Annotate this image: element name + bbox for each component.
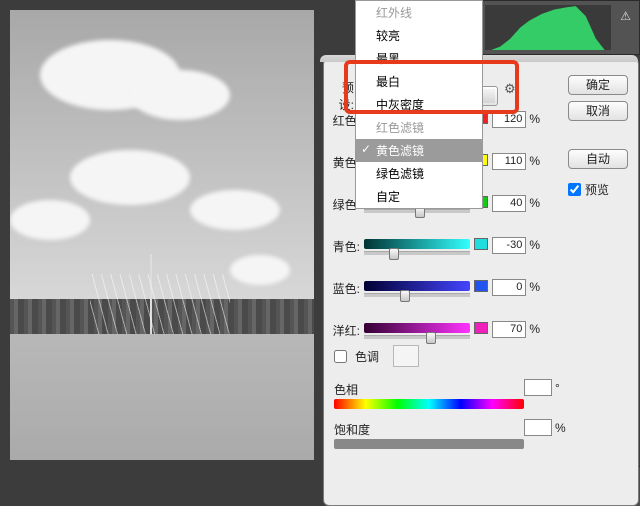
slider-groove[interactable] bbox=[364, 209, 470, 213]
hue-label: 色相 bbox=[334, 381, 358, 398]
menu-item[interactable]: 红外线 bbox=[356, 1, 482, 24]
percent-label: % bbox=[529, 195, 540, 210]
tint-label: 色调 bbox=[355, 348, 379, 365]
slider-knob[interactable] bbox=[426, 332, 436, 344]
percent-label: % bbox=[529, 321, 540, 336]
slider-groove[interactable] bbox=[364, 335, 470, 339]
hue-value[interactable] bbox=[524, 379, 552, 396]
saturation-label: 饱和度 bbox=[334, 421, 370, 438]
menu-item[interactable]: 较亮 bbox=[356, 24, 482, 47]
slider-track[interactable] bbox=[364, 239, 470, 249]
slider-knob[interactable] bbox=[400, 290, 410, 302]
hue-unit: ° bbox=[555, 381, 560, 395]
preset-menu: 红外线较亮最黑最白中灰密度红色滤镜黄色滤镜绿色滤镜自定 bbox=[355, 0, 483, 209]
menu-item[interactable]: 自定 bbox=[356, 185, 482, 208]
slider-value[interactable]: 40 bbox=[492, 195, 526, 212]
slider-row: 青色: -30% bbox=[330, 237, 540, 265]
preview-checkbox[interactable] bbox=[568, 183, 581, 196]
slider-groove[interactable] bbox=[364, 251, 470, 255]
saturation-value[interactable] bbox=[524, 419, 552, 436]
histogram-warning-icon[interactable]: ⚠ bbox=[620, 9, 631, 23]
saturation-unit: % bbox=[555, 421, 566, 435]
percent-label: % bbox=[529, 153, 540, 168]
slider-row: 蓝色: 0% bbox=[330, 279, 540, 307]
hue-slider[interactable] bbox=[334, 399, 524, 409]
histogram-chart bbox=[485, 5, 611, 50]
slider-track[interactable] bbox=[364, 323, 470, 333]
histogram-panel: ⚠ bbox=[480, 0, 640, 55]
menu-item[interactable]: 最黑 bbox=[356, 47, 482, 70]
tint-swatch[interactable] bbox=[393, 345, 419, 367]
color-swatch[interactable] bbox=[474, 322, 488, 334]
auto-button[interactable]: 自动 bbox=[568, 149, 628, 169]
slider-value[interactable]: 0 bbox=[492, 279, 526, 296]
preview-label: 预览 bbox=[585, 181, 609, 198]
menu-item[interactable]: 黄色滤镜 bbox=[356, 139, 482, 162]
ok-button[interactable]: 确定 bbox=[568, 75, 628, 95]
preset-label: 预设: bbox=[328, 79, 354, 113]
slider-value[interactable]: 110 bbox=[492, 153, 526, 170]
percent-label: % bbox=[529, 279, 540, 294]
slider-value[interactable]: -30 bbox=[492, 237, 526, 254]
slider-knob[interactable] bbox=[389, 248, 399, 260]
color-swatch[interactable] bbox=[474, 280, 488, 292]
slider-value[interactable]: 120 bbox=[492, 111, 526, 128]
percent-label: % bbox=[529, 237, 540, 252]
menu-item[interactable]: 最白 bbox=[356, 70, 482, 93]
slider-label: 青色: bbox=[330, 237, 364, 255]
menu-item[interactable]: 中灰密度 bbox=[356, 93, 482, 116]
color-swatch[interactable] bbox=[474, 238, 488, 250]
slider-track[interactable] bbox=[364, 281, 470, 291]
percent-label: % bbox=[529, 111, 540, 126]
canvas-image bbox=[10, 10, 314, 460]
menu-item[interactable]: 红色滤镜 bbox=[356, 116, 482, 139]
menu-item[interactable]: 绿色滤镜 bbox=[356, 162, 482, 185]
saturation-slider[interactable] bbox=[334, 439, 524, 449]
preset-gear-icon[interactable]: ⚙ bbox=[504, 81, 520, 97]
slider-value[interactable]: 70 bbox=[492, 321, 526, 338]
slider-label: 洋红: bbox=[330, 321, 364, 339]
slider-label: 蓝色: bbox=[330, 279, 364, 297]
cancel-button[interactable]: 取消 bbox=[568, 101, 628, 121]
tint-checkbox[interactable] bbox=[334, 350, 347, 363]
slider-groove[interactable] bbox=[364, 293, 470, 297]
